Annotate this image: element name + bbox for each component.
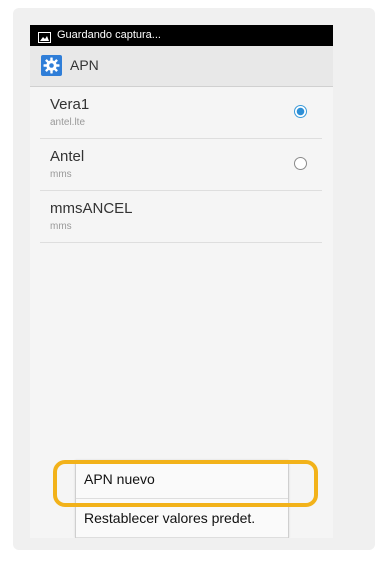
menu-item-new-apn[interactable]: APN nuevo [76, 460, 288, 499]
phone-screen: Guardando captura... APN Vera1 antel.lte [30, 25, 333, 538]
apn-item-antel[interactable]: Antel mms [40, 139, 322, 191]
options-menu: APN nuevo Restablecer valores predet. [75, 460, 289, 538]
apn-type: antel.lte [50, 117, 86, 128]
apn-item-mmsancel[interactable]: mmsANCEL mms [40, 191, 322, 243]
apn-radio-selected[interactable] [294, 105, 307, 118]
status-bar: Guardando captura... [30, 25, 333, 46]
apn-type: mms [50, 169, 72, 180]
apn-type: mms [50, 221, 72, 232]
apn-name: Antel [50, 148, 85, 165]
apn-item-vera1[interactable]: Vera1 antel.lte [40, 87, 322, 139]
apn-radio[interactable] [294, 157, 307, 170]
gear-icon[interactable] [41, 55, 62, 76]
apn-name: mmsANCEL [50, 200, 133, 217]
apn-list: Vera1 antel.lte Antel mms mmsANCEL mms [40, 87, 322, 243]
action-bar: APN [30, 46, 333, 87]
page-title: APN [70, 57, 99, 73]
menu-item-reset-defaults[interactable]: Restablecer valores predet. [76, 499, 288, 538]
status-text: Guardando captura... [57, 29, 161, 41]
image-icon [38, 30, 51, 43]
apn-name: Vera1 [50, 96, 90, 113]
